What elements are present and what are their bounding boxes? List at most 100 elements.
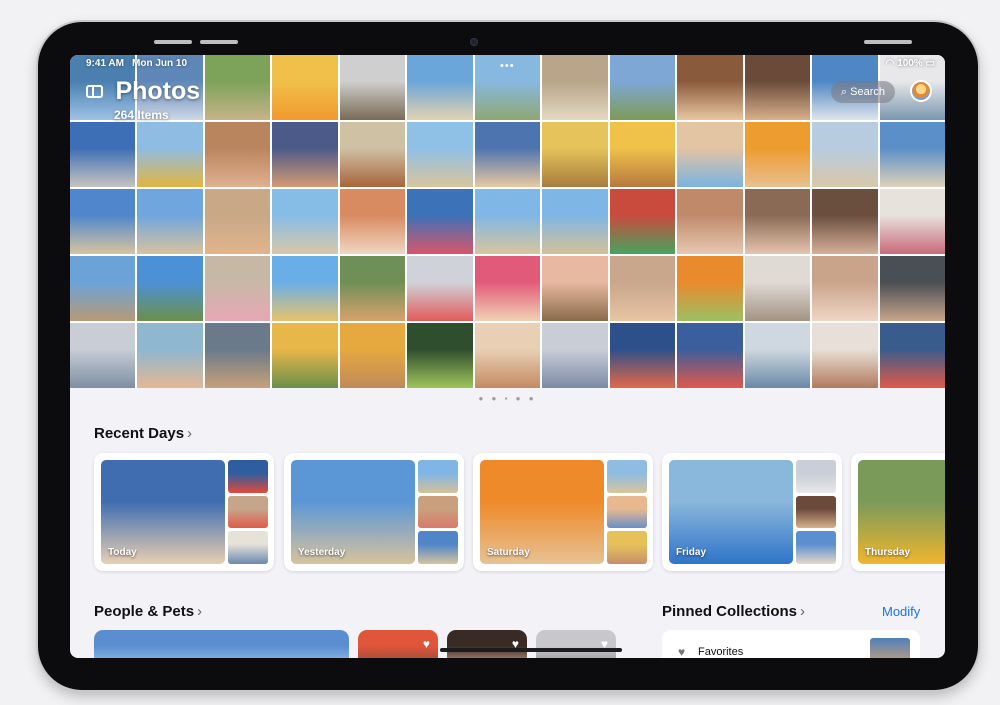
photo-thumbnail[interactable] [609, 189, 676, 254]
photo-thumbnail[interactable] [542, 323, 608, 388]
day-card-friday[interactable]: Friday [662, 453, 842, 571]
day-card-saturday[interactable]: Saturday [473, 453, 653, 571]
photo-thumbnail[interactable] [204, 55, 271, 120]
multitasking-grabber[interactable]: ••• [500, 60, 515, 72]
page-title: Photos [115, 77, 201, 105]
photo-thumbnail[interactable] [812, 189, 878, 254]
heart-icon[interactable]: ♥ [423, 637, 430, 651]
people-pets-header[interactable]: People & Pets › [94, 603, 202, 620]
photo-thumbnail[interactable] [609, 122, 676, 187]
people-group-card[interactable] [94, 630, 349, 658]
photo-thumbnail[interactable] [70, 256, 136, 321]
photo-thumbnail[interactable] [879, 122, 945, 187]
photo-thumbnail[interactable] [70, 189, 136, 254]
photo-thumbnail[interactable] [339, 323, 406, 388]
photo-thumbnail[interactable] [204, 122, 271, 187]
photo-thumbnail[interactable] [879, 256, 945, 321]
photo-thumbnail[interactable] [542, 256, 608, 321]
photo-thumbnail[interactable] [272, 189, 338, 254]
photo-thumbnail[interactable] [407, 122, 473, 187]
favorites-collection[interactable]: ♥ Favorites [662, 630, 920, 658]
photo-thumbnail[interactable] [677, 189, 743, 254]
photo-thumbnail[interactable] [609, 323, 676, 388]
day-card-today[interactable]: Today [94, 453, 274, 571]
page-indicator[interactable]: ● ● ▪ ● ● [70, 394, 945, 403]
photo-thumbnail[interactable] [812, 256, 878, 321]
photo-thumbnail[interactable] [407, 323, 473, 388]
day-thumbnail [796, 460, 836, 493]
photos-app-screen: 9:41 AM Mon Jun 10 ••• ◠ 100% ▭ Photos 2… [70, 55, 945, 658]
photo-thumbnail[interactable] [137, 323, 203, 388]
person-card[interactable]: ♥ [358, 630, 438, 658]
photo-thumbnail[interactable] [70, 122, 136, 187]
day-card-thursday[interactable]: Thursday [851, 453, 945, 571]
photo-thumbnail[interactable] [744, 189, 811, 254]
recent-days-header[interactable]: Recent Days › [94, 425, 192, 442]
pinned-collections-header[interactable]: Pinned Collections › [662, 603, 805, 620]
photo-thumbnail[interactable] [474, 122, 541, 187]
photo-thumbnail[interactable] [879, 323, 945, 388]
day-cover-photo: Yesterday [291, 460, 415, 564]
person-card[interactable]: ♥ [536, 630, 616, 658]
photo-thumbnail[interactable] [744, 122, 811, 187]
photo-thumbnail[interactable] [812, 323, 878, 388]
photo-thumbnail[interactable] [137, 189, 203, 254]
photo-thumbnail[interactable] [407, 55, 473, 120]
photo-thumbnail[interactable] [272, 122, 338, 187]
photo-thumbnail[interactable] [204, 256, 271, 321]
photo-thumbnail[interactable] [744, 256, 811, 321]
photo-thumbnail[interactable] [609, 256, 676, 321]
people-pets-title: People & Pets [94, 603, 195, 620]
photo-thumbnail[interactable] [744, 55, 811, 120]
photo-thumbnail[interactable] [272, 55, 338, 120]
photo-thumbnail[interactable] [677, 122, 743, 187]
photo-thumbnail[interactable] [542, 189, 608, 254]
photo-thumbnail[interactable] [677, 323, 743, 388]
day-thumbnail [228, 460, 268, 493]
photo-thumbnail[interactable] [609, 55, 676, 120]
photo-library-grid[interactable] [70, 55, 945, 388]
search-button[interactable]: ⌕ Search [830, 81, 895, 103]
day-cover-photo: Today [101, 460, 225, 564]
modify-button[interactable]: Modify [882, 604, 920, 619]
status-date: Mon Jun 10 [132, 58, 188, 69]
chevron-right-icon: › [197, 603, 203, 620]
day-thumbnail [418, 531, 458, 565]
power-button [864, 40, 912, 44]
photo-thumbnail[interactable] [677, 55, 743, 120]
photo-thumbnail[interactable] [204, 323, 271, 388]
home-indicator[interactable] [440, 648, 622, 652]
day-thumbnail [418, 495, 458, 529]
photo-thumbnail[interactable] [879, 189, 945, 254]
person-card[interactable]: ♥ [447, 630, 527, 658]
photo-thumbnail[interactable] [137, 122, 203, 187]
photo-thumbnail[interactable] [339, 55, 406, 120]
photo-thumbnail[interactable] [272, 256, 338, 321]
battery-indicator: ◠ 100% ▭ [886, 58, 935, 69]
photo-thumbnail[interactable] [204, 189, 271, 254]
photo-thumbnail[interactable] [137, 256, 203, 321]
account-avatar[interactable] [910, 80, 932, 102]
photo-thumbnail[interactable] [474, 323, 541, 388]
photo-thumbnail[interactable] [812, 122, 878, 187]
photo-thumbnail[interactable] [339, 189, 406, 254]
day-card-yesterday[interactable]: Yesterday [284, 453, 464, 571]
photo-thumbnail[interactable] [70, 323, 136, 388]
pinned-collections-title: Pinned Collections [662, 603, 798, 620]
day-label: Today [108, 547, 137, 558]
photo-thumbnail[interactable] [542, 122, 608, 187]
photo-thumbnail[interactable] [744, 323, 811, 388]
photo-thumbnail[interactable] [272, 323, 338, 388]
photo-thumbnail[interactable] [339, 256, 406, 321]
wifi-icon: ◠ [885, 58, 895, 69]
photo-thumbnail[interactable] [407, 256, 473, 321]
day-label: Saturday [487, 547, 530, 558]
photo-thumbnail[interactable] [542, 55, 608, 120]
sidebar-toggle-icon[interactable] [86, 85, 103, 98]
photo-thumbnail[interactable] [474, 189, 541, 254]
library-header: Photos 264 Items [86, 77, 200, 122]
photo-thumbnail[interactable] [407, 189, 473, 254]
photo-thumbnail[interactable] [677, 256, 743, 321]
photo-thumbnail[interactable] [474, 256, 541, 321]
photo-thumbnail[interactable] [339, 122, 406, 187]
